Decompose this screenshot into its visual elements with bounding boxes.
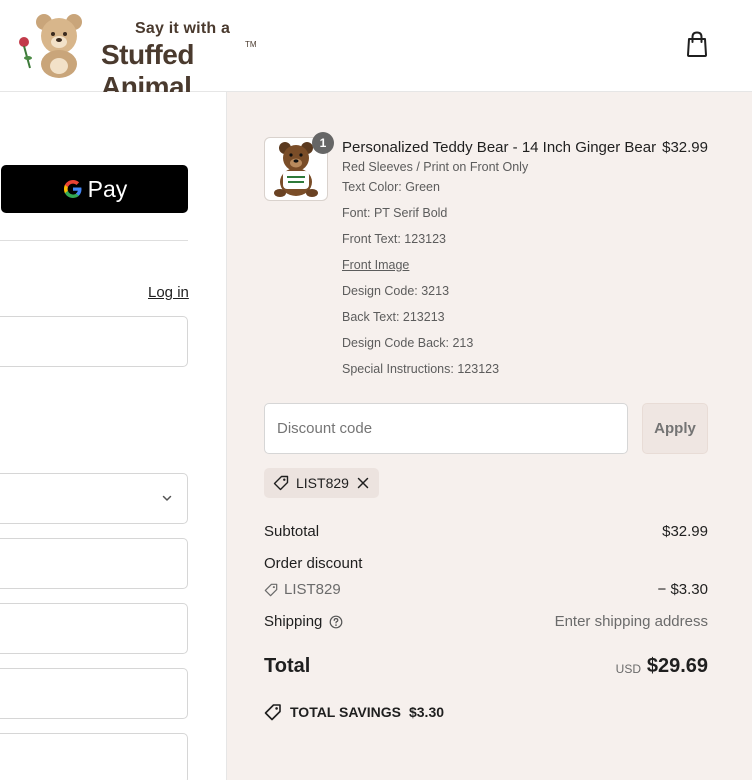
quantity-badge: 1 — [312, 132, 334, 154]
shipping-label: Shipping — [264, 613, 323, 630]
front-image-link[interactable]: Front Image — [342, 258, 409, 272]
order-discount-label: Order discount — [264, 555, 363, 572]
product-property: Font: PT Serif Bold — [342, 206, 448, 220]
product-property: Special Instructions: 123123 — [342, 362, 500, 376]
apartment-field[interactable] — [0, 668, 188, 719]
subtotal-label: Subtotal — [264, 523, 320, 540]
applied-discount-code: LIST829 — [296, 475, 349, 491]
discount-code-input[interactable] — [264, 403, 628, 454]
total-savings: TOTAL SAVINGS $3.30 — [264, 703, 444, 721]
product-name: Personalized Teddy Bear - 14 Inch Ginger… — [342, 139, 657, 156]
teddy-bear-logo-icon — [19, 14, 82, 78]
currency-code: USD — [615, 662, 641, 676]
apply-discount-button: Apply — [642, 403, 708, 454]
order-discount-code-row: LIST829 — [264, 581, 341, 598]
total-savings-value: $3.30 — [408, 704, 445, 720]
product-property: Text Color: Green — [342, 180, 440, 194]
email-field[interactable] — [0, 316, 188, 367]
shopping-bag-icon[interactable] — [684, 30, 710, 58]
shipping-value: Enter shipping address — [554, 613, 708, 630]
site-header: Say it with a Stuffed Animal TM — [0, 0, 752, 102]
first-name-field[interactable] — [0, 538, 188, 589]
product-property: Front Text: 123123 — [342, 232, 447, 246]
product-variant: Red Sleeves / Print on Front Only — [342, 160, 529, 174]
tag-icon — [264, 583, 278, 596]
country-select[interactable] — [0, 473, 188, 524]
order-discount-value: − $3.30 — [657, 581, 708, 598]
help-icon[interactable] — [329, 615, 343, 629]
order-summary-panel: 1 Personalized Teddy Bear - 14 Inch Ging… — [227, 92, 752, 780]
address-field[interactable] — [0, 603, 188, 654]
brand-tagline: Say it with a — [135, 20, 231, 37]
applied-discount-chip: LIST829 — [264, 468, 379, 498]
total-value: $29.69 — [646, 655, 708, 677]
product-price: $32.99 — [662, 139, 708, 156]
checkout-form-panel: Pay Log in — [0, 92, 227, 780]
shipping-row: Shipping — [264, 613, 343, 630]
chevron-down-icon — [162, 495, 172, 501]
product-property: Design Code: 3213 — [342, 284, 450, 298]
tag-icon — [273, 475, 289, 491]
city-field[interactable] — [0, 733, 188, 780]
google-g-icon — [63, 180, 82, 198]
google-pay-button[interactable]: Pay — [1, 165, 188, 213]
product-property: Design Code Back: 213 — [342, 336, 474, 350]
subtotal-value: $32.99 — [662, 523, 708, 540]
savings-tag-icon — [264, 704, 281, 721]
total-savings-label: TOTAL SAVINGS — [290, 704, 401, 720]
product-property: Back Text: 213213 — [342, 310, 445, 324]
trademark-mark: TM — [245, 40, 257, 49]
total-label: Total — [264, 655, 311, 677]
log-in-link[interactable]: Log in — [148, 284, 189, 301]
remove-discount-icon[interactable] — [356, 476, 370, 490]
google-pay-label: Pay — [87, 175, 128, 202]
express-divider — [0, 240, 188, 241]
order-discount-code: LIST829 — [284, 581, 341, 598]
brand-logo[interactable]: Say it with a Stuffed Animal TM — [14, 12, 264, 102]
